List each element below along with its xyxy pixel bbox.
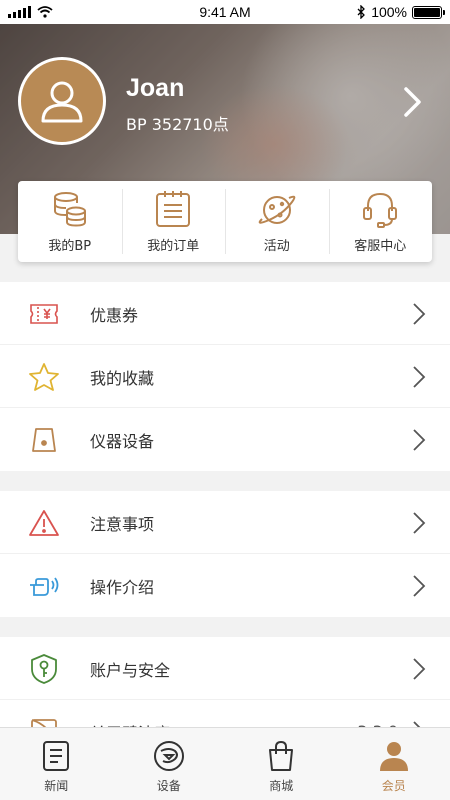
tab-label: 设备: [156, 779, 181, 793]
quick-action-label: 我的订单: [147, 239, 200, 254]
avatar[interactable]: [18, 57, 106, 145]
menu-item-label: 我的收藏: [90, 368, 155, 388]
menu-item-label: 注意事项: [90, 514, 155, 534]
shopping-bag-icon: [269, 740, 294, 771]
order-list-icon: [156, 191, 191, 227]
wifi-icon: [37, 6, 53, 18]
signal-icon: [8, 6, 31, 18]
news-icon: [43, 741, 70, 771]
battery-percent: 100%: [371, 4, 407, 20]
user-icon: [41, 81, 83, 123]
tab-devices[interactable]: 设备: [113, 728, 226, 800]
status-bar: 9:41 AM 100%: [0, 0, 450, 24]
menu-item-operation-guide[interactable]: 操作介绍: [0, 554, 450, 617]
battery-icon: [412, 5, 445, 19]
user-points: BP 352710点: [126, 115, 229, 134]
coupon-icon: [27, 297, 61, 331]
planet-icon: [258, 195, 296, 224]
menu-item-label: 仪器设备: [90, 431, 155, 451]
chevron-right-icon: [412, 657, 426, 685]
device-icon: [27, 423, 61, 457]
quick-action-my-bp[interactable]: 我的BP: [18, 181, 122, 262]
status-right: 100%: [322, 4, 445, 20]
shield-key-icon: [27, 652, 61, 686]
chevron-right-icon: [412, 365, 426, 393]
headset-icon: [363, 192, 398, 228]
menu-item-coupons[interactable]: 优惠券: [0, 282, 450, 345]
menu-item-favorites[interactable]: 我的收藏: [0, 345, 450, 408]
menu-item-label: 优惠券: [90, 305, 139, 325]
profile-chevron-right-icon[interactable]: [402, 86, 424, 122]
warning-icon: [27, 506, 61, 540]
quick-action-customer-service[interactable]: 客服中心: [328, 181, 433, 262]
chevron-right-icon: [412, 428, 426, 456]
menu-item-account-security[interactable]: 账户与安全: [0, 637, 450, 700]
status-left: [8, 6, 128, 18]
quick-action-label: 我的BP: [48, 239, 92, 254]
bluetooth-icon: [357, 5, 366, 19]
hand-pointer-icon: [27, 569, 61, 603]
tab-member[interactable]: 会员: [338, 728, 450, 800]
bottom-tab-bar: 新闻 设备 商城 会员: [0, 727, 450, 800]
menu-item-label: 账户与安全: [90, 660, 171, 680]
member-icon: [379, 742, 408, 771]
quick-action-events[interactable]: 活动: [225, 181, 329, 262]
tab-news[interactable]: 新闻: [0, 728, 113, 800]
coins-icon: [53, 192, 86, 227]
menu-list: 优惠券 我的收藏 仪器设备 注意事项 操作介绍 账户与安全: [0, 262, 450, 763]
quick-actions-card: 我的BP 我的订单 活动 客服中心: [18, 181, 432, 262]
quick-action-my-orders[interactable]: 我的订单: [121, 181, 226, 262]
tab-label: 会员: [381, 779, 406, 793]
chevron-right-icon: [412, 574, 426, 602]
chevron-right-icon: [412, 302, 426, 330]
star-icon: [27, 360, 61, 394]
quick-action-label: 客服中心: [354, 239, 407, 254]
user-name: Joan: [126, 74, 185, 102]
status-time: 9:41 AM: [199, 4, 251, 20]
menu-item-devices[interactable]: 仪器设备: [0, 408, 450, 471]
menu-item-label: 操作介绍: [90, 577, 155, 597]
quick-action-label: 活动: [263, 239, 290, 254]
tab-mall[interactable]: 商城: [225, 728, 338, 800]
menu-item-notices[interactable]: 注意事项: [0, 491, 450, 554]
chevron-right-icon: [412, 511, 426, 539]
tab-label: 商城: [269, 779, 294, 793]
device-tab-icon: [153, 741, 184, 771]
tab-label: 新闻: [44, 779, 69, 793]
